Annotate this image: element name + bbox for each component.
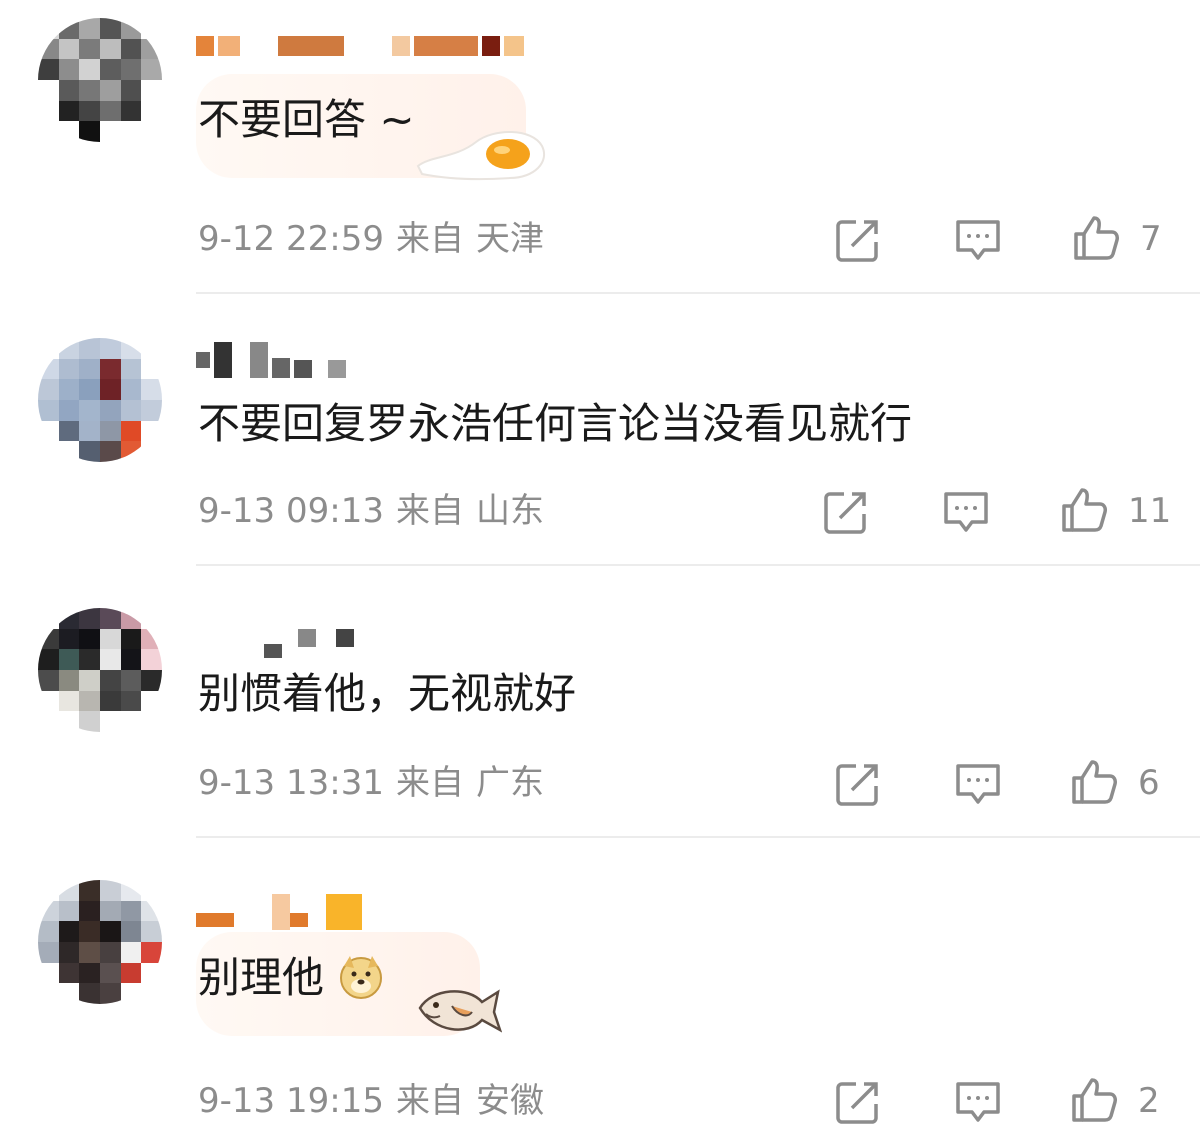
comment-from-label: 来自 — [395, 491, 464, 531]
comment-text: 不要回复罗永浩任何言论当没看见就行 — [198, 399, 913, 448]
comment-location: 山东 — [475, 491, 544, 531]
like-count: 6 — [1138, 763, 1160, 803]
thumbs-up-icon[interactable] — [1070, 1076, 1118, 1124]
username-redacted[interactable] — [196, 618, 358, 658]
share-icon[interactable] — [834, 1078, 882, 1126]
comment-text: 别惯着他，无视就好 — [198, 669, 577, 718]
share-icon[interactable] — [834, 216, 882, 264]
like-count: 7 — [1140, 219, 1162, 259]
share-icon[interactable] — [822, 488, 870, 536]
fried-egg-sticker-icon — [416, 131, 545, 181]
thumbs-up-icon[interactable] — [1060, 486, 1108, 534]
comment-meta: 9-13 13:31 来自 广东 — [198, 758, 556, 808]
like-count: 2 — [1138, 1081, 1160, 1121]
comment-time: 9-13 19:15 — [198, 1081, 384, 1121]
avatar[interactable] — [38, 338, 162, 462]
comment-from-label: 来自 — [395, 219, 464, 259]
username-redacted[interactable] — [196, 26, 528, 66]
share-icon[interactable] — [834, 760, 882, 808]
comment-location: 广东 — [475, 763, 544, 803]
comment-time: 9-13 13:31 — [198, 763, 384, 803]
comment-meta: 9-13 19:15 来自 安徽 — [198, 1076, 556, 1126]
comment-text-content: 别理他 — [198, 953, 325, 1002]
comment-meta: 9-12 22:59 来自 天津 — [198, 214, 556, 264]
comment-icon[interactable] — [942, 488, 990, 536]
doge-emoji-icon — [340, 956, 382, 999]
comment-text: 不要回答 ~ — [198, 95, 415, 144]
avatar[interactable] — [38, 608, 162, 732]
comment-icon[interactable] — [954, 216, 1002, 264]
comment-from-label: 来自 — [395, 1081, 464, 1121]
divider — [196, 564, 1200, 566]
comment-meta: 9-13 09:13 来自 山东 — [198, 486, 556, 536]
comment-icon[interactable] — [954, 1078, 1002, 1126]
divider — [196, 292, 1200, 294]
comment-from-label: 来自 — [395, 763, 464, 803]
comment-time: 9-13 09:13 — [198, 491, 384, 531]
username-redacted[interactable] — [196, 892, 366, 932]
comment-location: 安徽 — [475, 1081, 544, 1121]
username-redacted[interactable] — [196, 340, 350, 380]
comment-text: 别理他 — [198, 948, 324, 1008]
comment-time: 9-12 22:59 — [198, 219, 384, 259]
thumbs-up-icon[interactable] — [1072, 214, 1120, 262]
comment-feed: 不要回答 ~ 9-12 22:59 来自 天津 7 不要回复罗永浩任何言论当没看… — [0, 0, 1200, 1142]
comment-icon[interactable] — [954, 760, 1002, 808]
avatar[interactable] — [38, 880, 162, 1004]
avatar[interactable] — [38, 18, 162, 142]
comment-location: 天津 — [475, 219, 544, 259]
like-count: 11 — [1128, 491, 1172, 531]
thumbs-up-icon[interactable] — [1070, 758, 1118, 806]
fish-sticker-icon — [418, 989, 502, 1033]
divider — [196, 836, 1200, 838]
